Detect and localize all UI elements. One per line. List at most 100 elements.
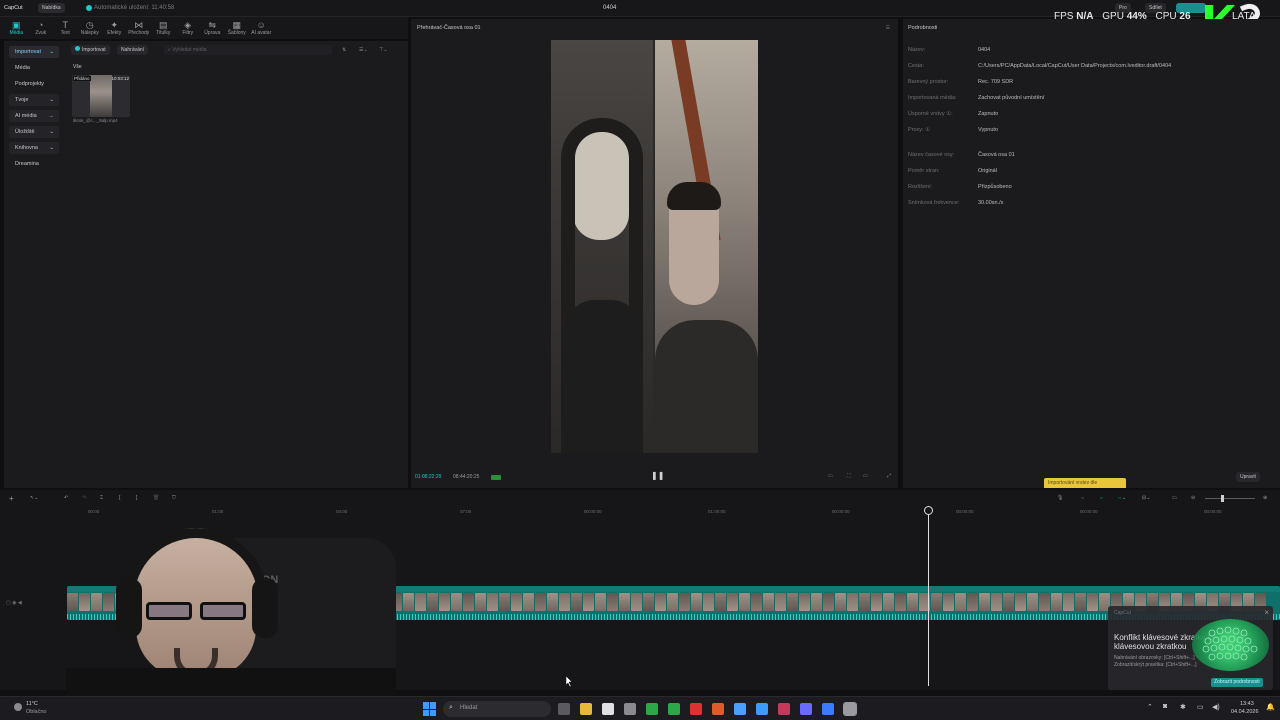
tab-media[interactable]: ▣ Média [4,17,29,39]
settings-icon[interactable] [624,703,636,715]
toast-close-icon[interactable]: × [1264,608,1269,617]
tab-text[interactable]: T Text [53,17,78,39]
split-icon[interactable]: ⌶ [100,495,103,501]
preview-icon[interactable]: ▭ [1172,495,1177,501]
aspect-ratio-icon[interactable]: ▭ [828,473,833,479]
filmstrip-frame [895,593,906,611]
player-panel: Přehrávač-Časová osa 01 ☰ 01:08:22:29 08… [411,19,898,488]
xbox-icon[interactable] [646,703,658,715]
discord-icon[interactable] [800,703,812,715]
body-right [655,320,758,453]
taskbar-search[interactable]: ⌕ Hledat [443,701,551,717]
select-tool-icon[interactable]: ↖⌄ [30,495,38,501]
tab-adjust[interactable]: ⇋ Úprava [200,17,225,39]
play-icon[interactable] [668,703,680,715]
sidebar-item-1[interactable]: Média [9,62,59,74]
main-menu-button[interactable]: Nabídka [38,3,65,13]
media-clip-thumbnail[interactable]: Přidáno 10:03:12 [72,75,130,117]
game-launcher-icon[interactable] [778,703,790,715]
zoom-in-icon[interactable]: ⊕ [1263,495,1267,501]
filter-icon[interactable]: ⊤⌄ [379,47,388,53]
tab-ai-avatar[interactable]: ☺ AI avatar [249,17,274,39]
timeline-ruler[interactable]: 00:00 01:00 04:00 07:00 00:00:00 01:00:00 00:0… [66,506,1280,518]
sidebar-item-0[interactable]: Importovat ⌄ [9,46,59,58]
tray-expand-icon[interactable]: ⌃ [1147,703,1153,711]
clock-date[interactable]: 04.04.2026 [1231,709,1259,715]
magnet-icon[interactable]: ⇔ [1099,495,1104,501]
notepad-icon[interactable] [756,703,768,715]
capcut-icon[interactable] [843,702,857,716]
tab-captions[interactable]: ▤ Titulky [151,17,176,39]
zoom-fit-icon[interactable]: ⛶ [847,473,851,479]
zoom-slider-handle[interactable] [1221,495,1224,502]
track-audio-icon[interactable]: ◀ [18,600,22,606]
filmstrip-frame [823,593,834,611]
sidebar-item-5[interactable]: Úložiště ⌄ [9,126,59,138]
media-search-input[interactable]: ⌕ Vyhledat média [164,45,332,55]
sort-icon[interactable]: ⇅ [342,47,346,53]
sidebar-item-arrow-icon: ⌄ [49,97,54,103]
notification-icon[interactable]: 🔔 [1266,703,1275,711]
view-list-icon[interactable]: ☰⌄ [359,47,368,53]
tab-filters[interactable]: ◈ Filtry [176,17,201,39]
player-menu-icon[interactable]: ☰ [886,25,890,31]
playhead-handle[interactable] [924,506,933,515]
detail-row: Barevný prostor: Rec. 709 SDR [908,74,1278,90]
toast-details-button[interactable]: Zobrazit podrobnosti [1211,678,1263,687]
detail-key: Rozlišení: [908,184,933,190]
steam-icon[interactable] [734,703,746,715]
network-icon[interactable]: ▭ [1197,703,1204,711]
sidebar-item-7[interactable]: Dreamina [9,158,59,170]
snap-icon[interactable]: ⇔⌄ [1117,495,1126,501]
tab-sticker[interactable]: ◷ Nálepky [78,17,103,39]
clock-time[interactable]: 13:43 [1240,701,1254,707]
layout-icon[interactable]: ⊟⌄ [1142,495,1150,501]
trim-left-icon[interactable]: [ [119,495,120,501]
trim-right-icon[interactable]: ] [136,495,137,501]
bluetooth-app-icon[interactable] [822,703,834,715]
modify-button[interactable]: Upravit [1236,472,1260,482]
delete-icon[interactable]: 🗑 [153,495,159,501]
playhead[interactable] [924,506,933,686]
tiktok-icon[interactable] [602,703,614,715]
microphone-icon[interactable]: 🎙 [1057,495,1063,501]
weather-icon[interactable] [14,703,22,711]
pause-icon[interactable]: ❚❚ [651,471,664,480]
chrome-icon[interactable] [712,703,724,715]
add-track-icon[interactable]: + [9,494,14,503]
zoom-out-icon[interactable]: ⊖ [1191,495,1195,501]
sidebar-item-4[interactable]: AI média → [9,110,59,122]
tab-templates[interactable]: ▦ Šablony [225,17,250,39]
shield-icon[interactable]: ⛉ [172,495,176,501]
zoom-slider[interactable] [1205,495,1255,502]
volume-icon[interactable]: ◀) [1212,703,1220,711]
sidebar-item-6[interactable]: Knihovna ⌄ [9,142,59,154]
tab-audio[interactable]: ◔ Zvuk [29,17,54,39]
link-icon[interactable]: ⇔ [1080,495,1085,501]
video-preview[interactable] [551,40,758,453]
filter-all-label: Vše [73,64,82,70]
tab-label: Text [60,30,70,36]
tab-effects[interactable]: ✦ Efekty [102,17,127,39]
redo-icon[interactable]: ↷ [82,495,86,501]
tray-bluetooth-icon[interactable]: ✱ [1180,703,1186,711]
opera-icon[interactable] [690,703,702,715]
record-button[interactable]: Nahrávání [117,45,149,55]
filmstrip-frame [487,593,498,611]
green-orb-overlay [1192,619,1269,671]
sidebar-item-3[interactable]: Tvoje ⌄ [9,94,59,106]
file-explorer-icon[interactable] [580,703,592,715]
filmstrip-frame [619,593,630,611]
undo-icon[interactable]: ↶ [64,495,68,501]
sidebar-item-2[interactable]: Podprojekty [9,78,59,90]
windows-start-icon[interactable] [423,702,437,716]
tray-app-icon[interactable]: ◙ [1163,703,1167,710]
sidebar-item-label: Knihovna [15,145,38,151]
filmstrip-frame [1075,593,1086,611]
quality-icon[interactable]: ▭ [863,473,868,479]
import-button[interactable]: Importovat [71,45,110,55]
task-view-icon[interactable] [558,703,570,715]
detail-value: 30.00sn./s [978,200,1004,206]
fullscreen-icon[interactable]: ⤢ [887,473,891,479]
tab-transitions[interactable]: ⋈ Přechody [127,17,152,39]
